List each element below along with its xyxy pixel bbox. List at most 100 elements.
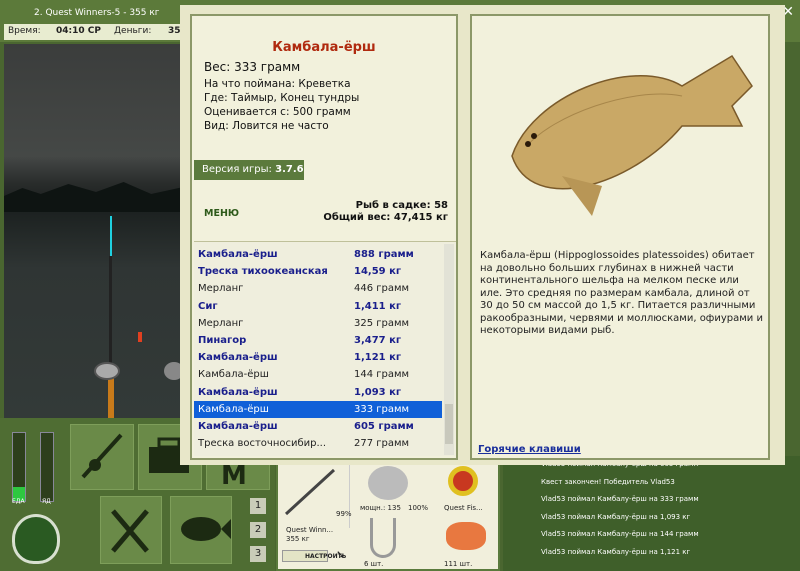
fish-row-weight: 3,477 кг — [354, 335, 402, 346]
fish-info-window: Камбала-ёрш Вес: 333 грамм На что пойман… — [180, 5, 785, 465]
scroll-thumb[interactable] — [445, 404, 453, 444]
fish-row[interactable]: Камбала-ёрш 144 грамм — [194, 366, 442, 383]
fish-row-weight: 144 грамм — [354, 369, 410, 381]
keepnet-info: Рыб в садке: 58 Общий вес: 47,415 кг — [323, 200, 448, 224]
poison-label: ЯД — [42, 498, 51, 505]
fish-row-name: Пинагор — [198, 335, 247, 346]
money-value: 35 — [168, 26, 181, 36]
fish-row[interactable]: Камбала-ёрш 605 грамм — [194, 418, 442, 435]
fish-row-weight: 1,093 кг — [354, 386, 402, 398]
bait-pot-icon[interactable] — [12, 514, 60, 564]
fish-row-name: Треска восточносибир... — [198, 438, 327, 450]
chat-line: Vlad53 поймал Камбалу-ёрш на 1,093 кг — [541, 512, 691, 521]
fish-row-weight: 446 грамм — [354, 283, 410, 295]
catch-location: Где: Таймыр, Конец тундры — [204, 92, 360, 104]
bait-slot[interactable] — [446, 522, 486, 550]
poison-bar — [40, 432, 54, 502]
fish-row-weight: 1,411 кг — [354, 300, 402, 312]
time-value: 04:10 СР — [56, 26, 101, 36]
fish-description: Камбала-ёрш (Hippoglossoides platessoide… — [480, 250, 763, 336]
chat-line: Квест закончен! Победитель Vlad53 — [541, 477, 675, 486]
fish-row-name: Треска тихоокеанская — [198, 266, 328, 278]
version-box: Версия игры: 3.7.6 — [194, 160, 304, 180]
line-slot[interactable] — [448, 466, 478, 496]
setup-button[interactable]: НАСТРОИТЬ — [282, 550, 346, 562]
hooks-count: 6 шт. — [364, 560, 384, 568]
catch-button[interactable] — [170, 496, 232, 564]
fish-row-name: Сиг — [198, 300, 218, 312]
menu-button[interactable]: МЕНЮ — [204, 208, 239, 219]
fishing-rod[interactable] — [108, 216, 114, 418]
fish-row[interactable]: Мерланг 325 грамм — [194, 315, 442, 332]
fish-row-name: Камбала-ёрш — [198, 369, 269, 381]
treeline — [4, 182, 188, 212]
map-icon: M — [221, 461, 247, 491]
fish-row-weight: 325 грамм — [354, 317, 410, 329]
keepnet-total: Общий вес: 47,415 кг — [323, 212, 448, 223]
reel-slot[interactable] — [368, 466, 408, 500]
scrollbar[interactable] — [444, 244, 454, 455]
bobber-icon — [138, 332, 142, 342]
fish-description-panel: Камбала-ёрш (Hippoglossoides platessoide… — [470, 14, 770, 460]
fish-row[interactable]: Камбала-ёрш 1,121 кг — [194, 349, 442, 366]
bait-count: 111 шт. — [444, 560, 473, 568]
version-value: 3.7.6 — [275, 164, 304, 175]
slot-tab-2[interactable]: 2 — [250, 522, 266, 538]
caught-fish-list: Камбала-ёрш 888 грамм Треска тихоокеанская… — [194, 241, 456, 456]
fish-row-weight: 888 грамм — [354, 249, 414, 260]
fish-row-name: Камбала-ёрш — [198, 249, 278, 260]
arrow-icon: ➘ — [336, 548, 346, 561]
chat-line: Vlad53 поймал Камбалу-ёрш на 333 грамм — [541, 495, 699, 503]
rod-durability: 99% — [336, 510, 352, 518]
fish-name: Камбала-ёрш — [272, 40, 376, 55]
fish-row[interactable]: Камбала-ёрш 888 грамм — [194, 246, 442, 263]
fish-row[interactable]: Треска восточносибир... 277 грамм — [194, 435, 442, 452]
hotkeys-link[interactable]: Горячие клавиши — [478, 444, 581, 455]
fish-value: Оценивается с: 500 грамм — [204, 106, 351, 118]
fish-row[interactable]: Пинагор 3,477 кг — [194, 332, 442, 349]
fish-row-weight: 14,59 кг — [354, 266, 402, 278]
reel-power: мощн.: 135 — [360, 504, 401, 512]
slot-tab-1[interactable]: 1 — [250, 498, 266, 514]
slot-tab-3[interactable]: 3 — [250, 546, 266, 562]
fish-row-name: Мерланг — [198, 317, 244, 329]
food-label: ЕДА — [12, 498, 25, 505]
fish-row-selected[interactable]: Камбала-ёрш 333 грамм — [194, 400, 442, 418]
reel-durability: 100% — [408, 504, 429, 512]
tackle-button[interactable] — [70, 424, 134, 490]
fish-row[interactable]: Мерланг 446 грамм — [194, 280, 442, 297]
fish-row-name: Камбала-ёрш — [198, 421, 278, 432]
tackle-inventory: Quest Winn... 355 кг 99% мощн.: 135 100%… — [276, 460, 500, 571]
rod-name: Quest Winn... — [286, 526, 334, 534]
chat-line: Vlad53 поймал Камбалу-ёрш на 144 грамм — [541, 530, 699, 538]
keepnet-count: Рыб в садке: 58 — [355, 200, 448, 211]
fishing-scene — [4, 44, 188, 418]
line-name: Quest Fis... — [444, 504, 483, 512]
window-title: 2. Quest Winners-5 - 355 кг — [34, 8, 160, 18]
rod-slot[interactable] — [280, 464, 350, 528]
rod-tackle-icon — [81, 433, 123, 479]
food-button[interactable] — [100, 496, 162, 564]
fish-row-name: Камбала-ёрш — [198, 352, 278, 364]
fish-row[interactable]: Сиг 1,411 кг — [194, 298, 442, 315]
rod-weight: 355 кг — [286, 535, 310, 543]
rod-icon — [284, 468, 336, 516]
fork-knife-icon — [111, 509, 149, 553]
fish-row-weight: 333 грамм — [354, 403, 410, 415]
fish-row-weight: 605 грамм — [354, 421, 414, 432]
fish-row[interactable]: Треска тихоокеанская 14,59 кг — [194, 263, 442, 280]
money-label: Деньги: — [114, 26, 152, 36]
fish-row-name: Камбала-ёрш — [198, 403, 269, 415]
version-label: Версия игры: — [202, 164, 272, 175]
reel-icon — [94, 362, 120, 380]
fish-row-name: Мерланг — [198, 283, 244, 295]
hook-slot[interactable] — [370, 518, 396, 558]
caught-on: На что поймана: Креветка — [204, 78, 351, 90]
fish-illustration — [511, 54, 753, 216]
fish-row[interactable]: Камбала-ёрш 1,093 кг — [194, 384, 442, 401]
fish-row-weight: 1,121 кг — [354, 352, 402, 364]
time-label: Время: — [8, 26, 41, 36]
fish-details-panel: Камбала-ёрш Вес: 333 грамм На что пойман… — [190, 14, 458, 460]
chat-log: Vlad53 поймал Камбалу-ёрш на 605 грамм К… — [503, 456, 800, 571]
status-row: Время: 04:10 СР Деньги: 35 — [4, 24, 184, 40]
